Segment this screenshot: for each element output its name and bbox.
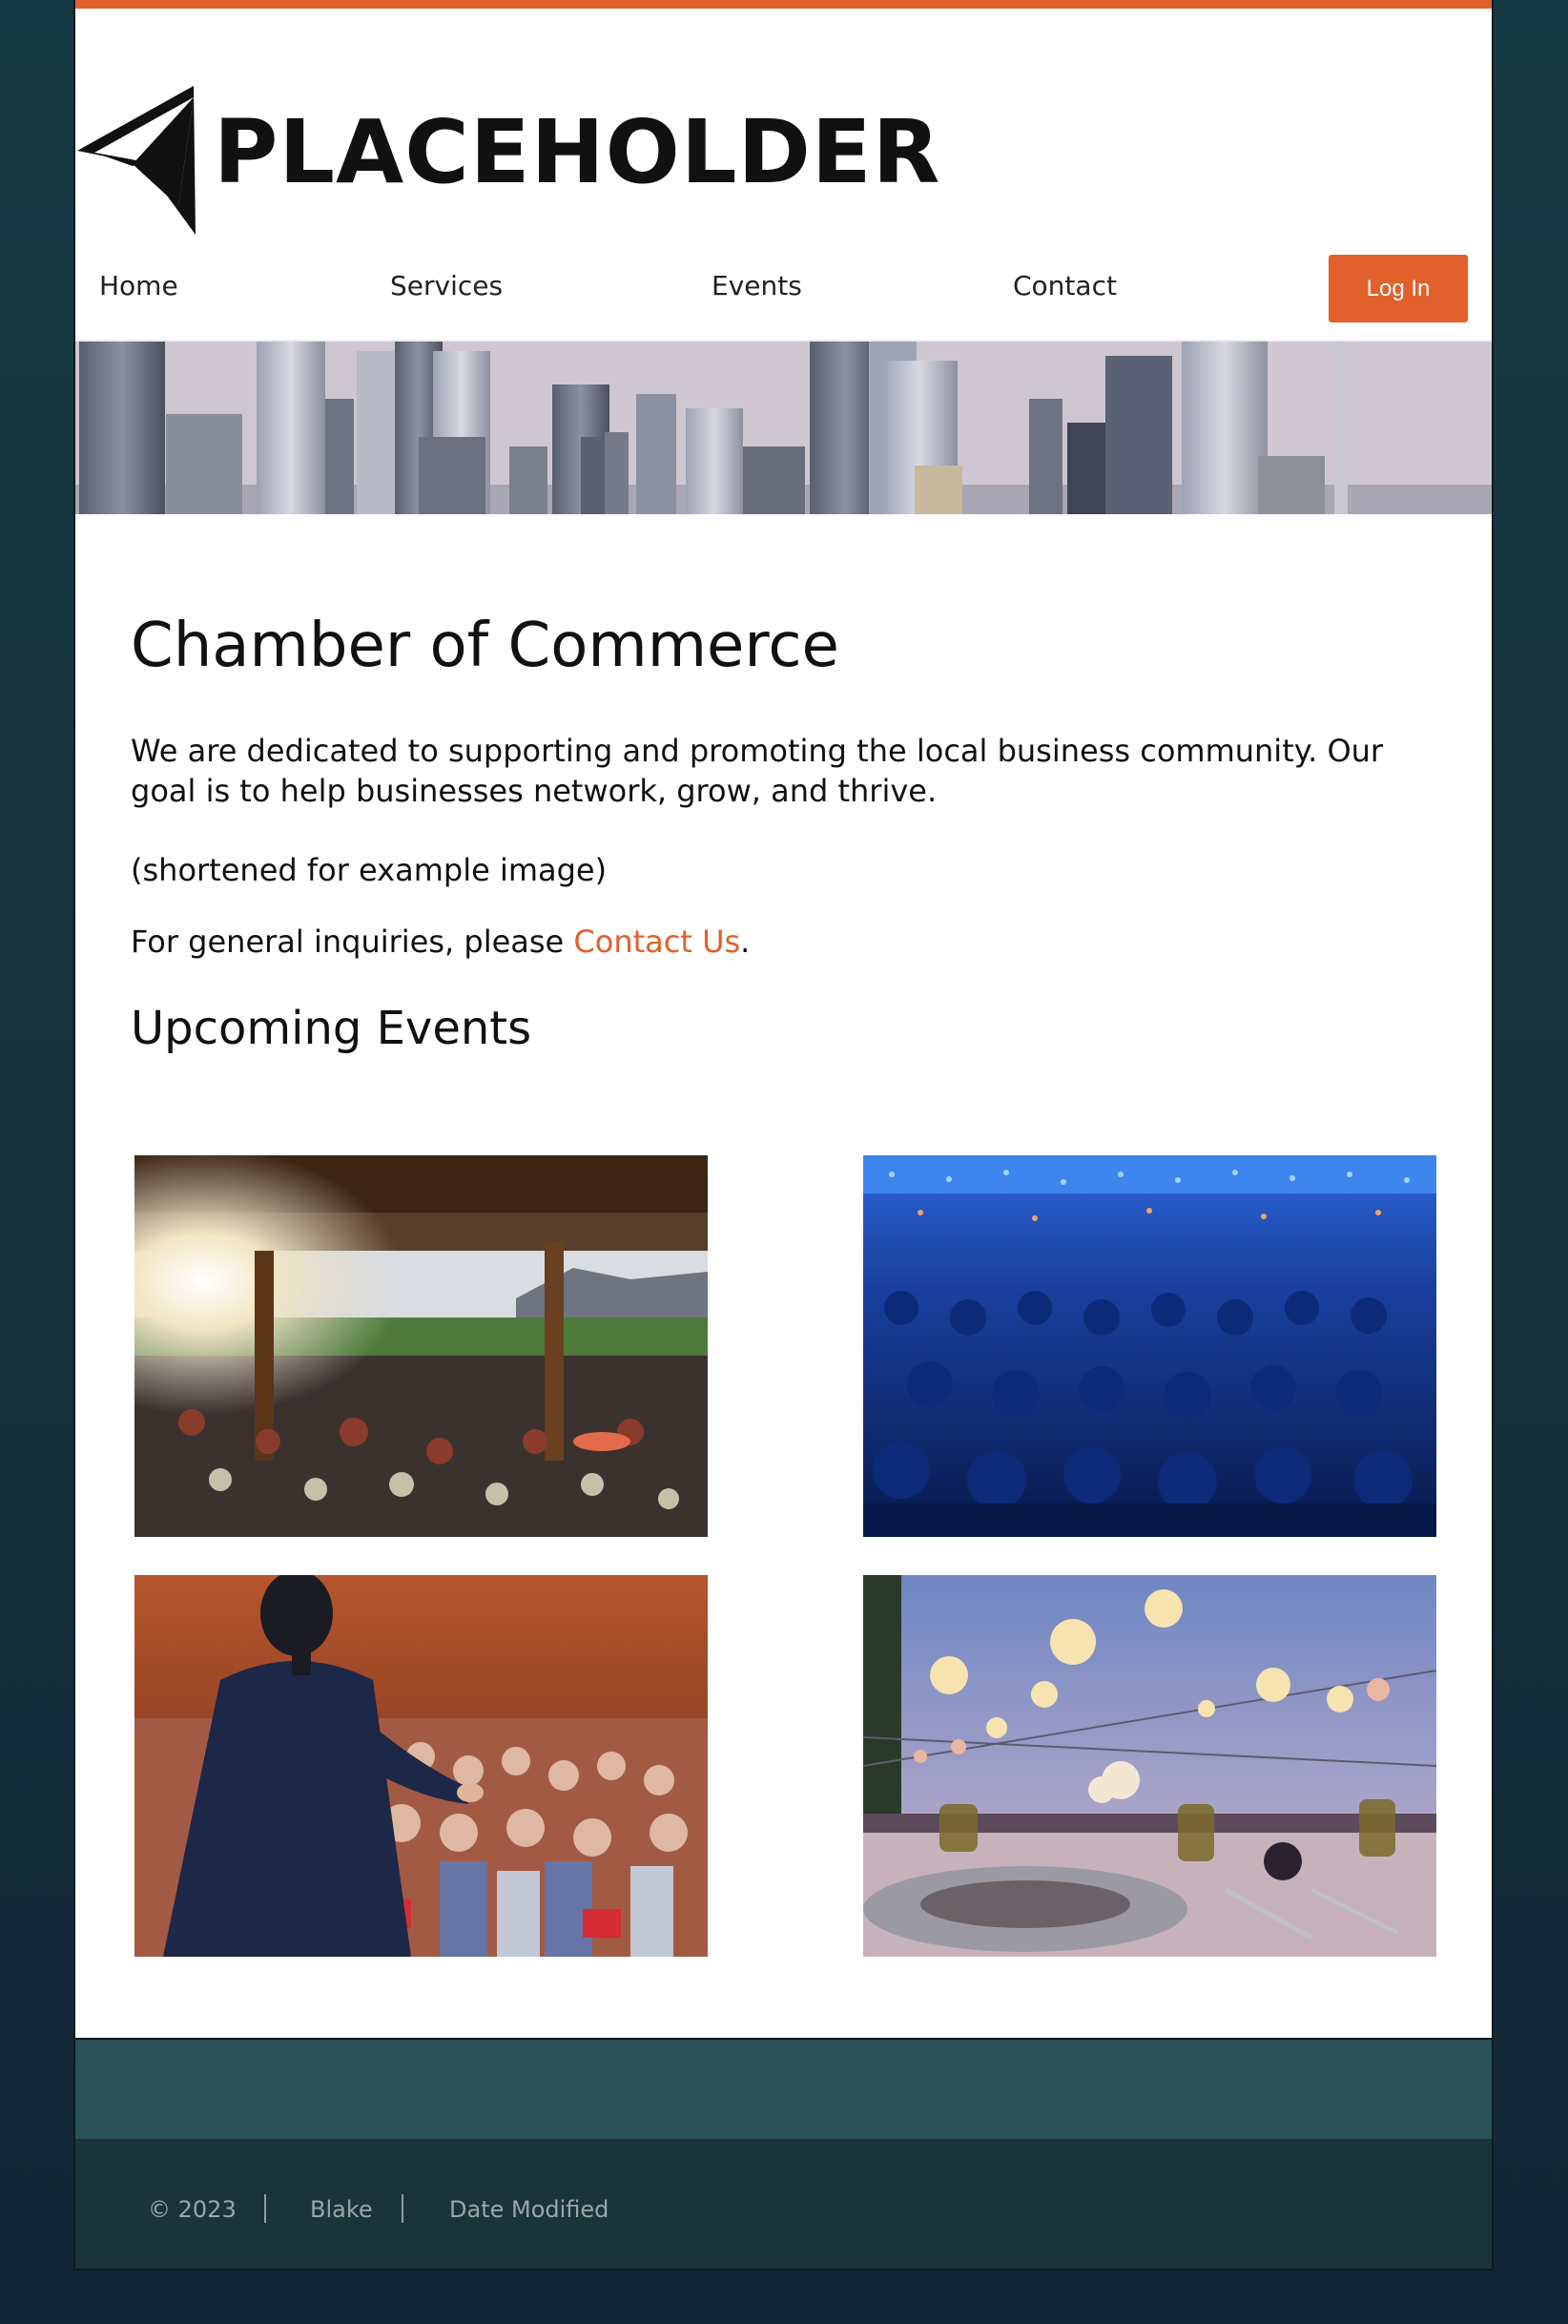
blue-conference-audience-image[interactable] [863, 1155, 1436, 1537]
nav-item-home[interactable]: Home [99, 270, 178, 301]
login-button[interactable]: Log In [1329, 255, 1468, 322]
footer-copyright: © 2023 [148, 2196, 237, 2223]
site-logo[interactable]: PLACEHOLDER [75, 84, 940, 237]
main-navigation: Home Services Events Contact Log In [75, 253, 1492, 339]
inquiry-prefix: For general inquiries, please [131, 923, 574, 960]
accent-top-bar [75, 0, 1492, 9]
nav-item-contact[interactable]: Contact [1013, 270, 1117, 301]
footer-divider [264, 2194, 266, 2223]
speaker-presentation-image[interactable] [134, 1575, 708, 1957]
nav-item-services[interactable]: Services [390, 270, 503, 301]
upcoming-events-heading: Upcoming Events [131, 1002, 532, 1055]
intro-paragraph: We are dedicated to supporting and promo… [131, 733, 1384, 809]
page-container: PLACEHOLDER Home Services Events Contact… [73, 0, 1494, 2271]
city-skyline-banner-image [75, 340, 1492, 514]
brand-name: PLACEHOLDER [214, 101, 941, 203]
footer: © 2023 Blake Date Modified [75, 2139, 1492, 2269]
outdoor-pavilion-crowd-image[interactable] [134, 1155, 708, 1537]
contact-us-link[interactable]: Contact Us [573, 923, 740, 960]
footer-top-band [75, 2038, 1492, 2141]
inquiry-text: For general inquiries, please Contact Us… [131, 923, 750, 960]
footer-date-modified: Date Modified [449, 2196, 609, 2223]
note-text: (shortened for example image) [131, 852, 608, 888]
footer-divider [402, 2194, 403, 2223]
lantern-dinner-party-image[interactable] [863, 1575, 1436, 1957]
nav-item-events[interactable]: Events [712, 270, 802, 301]
footer-author: Blake [310, 2196, 373, 2223]
paper-plane-logo-icon [77, 86, 196, 235]
inquiry-suffix: . [740, 923, 751, 960]
page-title: Chamber of Commerce [131, 611, 839, 681]
